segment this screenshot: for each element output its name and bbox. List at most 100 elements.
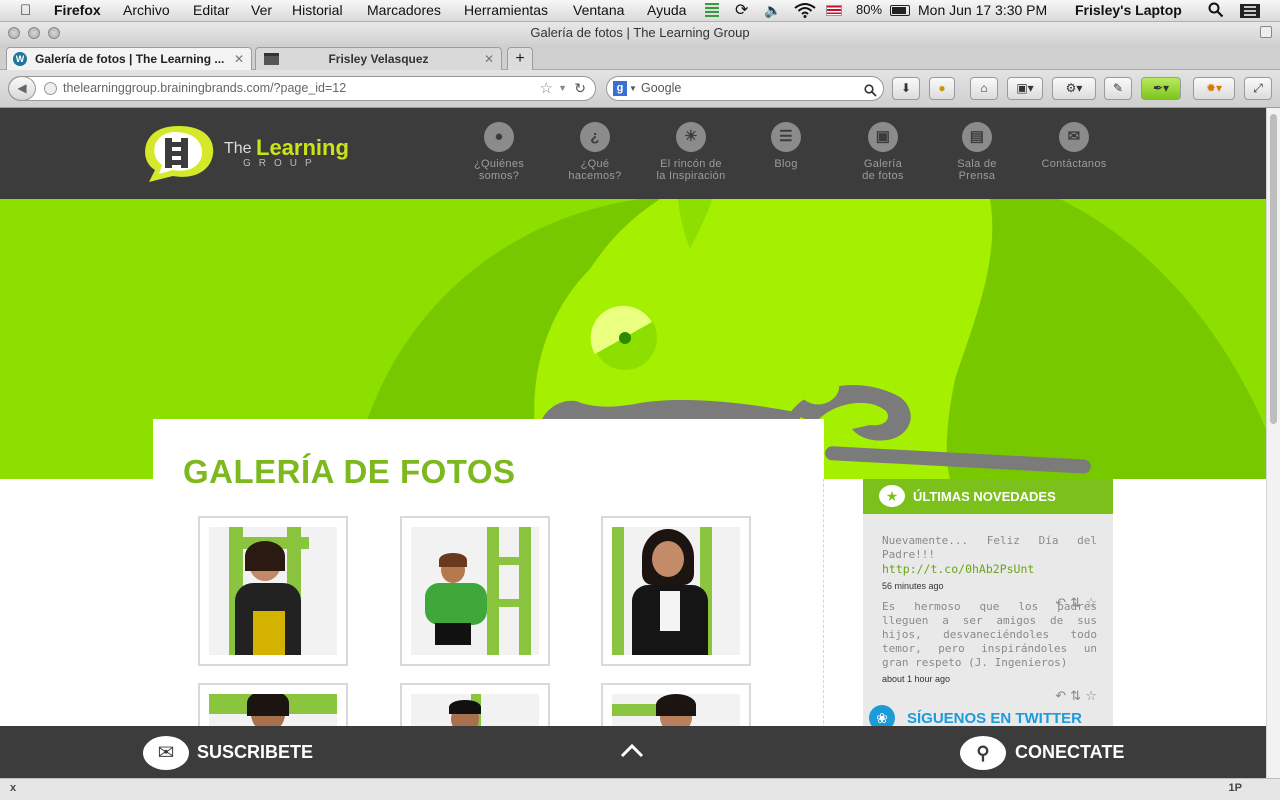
- sync-icon[interactable]: ⟳: [735, 0, 748, 20]
- home-icon[interactable]: ⌂: [970, 77, 998, 100]
- close-window-button[interactable]: [8, 27, 20, 39]
- downloads-icon[interactable]: ⬇: [892, 77, 920, 100]
- gear-icon[interactable]: ⚙▾: [1052, 77, 1096, 100]
- nav-label-line2: hacemos?: [568, 170, 622, 182]
- url-text[interactable]: thelearninggroup.brainingbrands.com/?pag…: [63, 77, 346, 100]
- close-tab-icon[interactable]: ✕: [234, 48, 244, 70]
- nav-galeria-fotos[interactable]: ▣ Galería de fotos: [835, 122, 931, 182]
- tools-icon[interactable]: ✎: [1104, 77, 1132, 100]
- press-icon: ▤: [962, 122, 992, 152]
- nav-label-line1: Galería: [863, 158, 903, 170]
- nav-label-line2: la Inspiración: [656, 170, 726, 182]
- os-menu-bar:  Firefox Archivo Editar Ver Historial M…: [0, 0, 1280, 22]
- question-icon: ¿: [580, 122, 610, 152]
- logo-group[interactable]: GROUP: [243, 158, 320, 169]
- connect-link[interactable]: CONECTATE: [1015, 742, 1124, 763]
- minimize-window-button[interactable]: [28, 27, 40, 39]
- nav-blog[interactable]: ☰ Blog: [738, 122, 834, 170]
- nav-quienes-somos[interactable]: ● ¿Quiénes somos?: [451, 122, 547, 182]
- user-name[interactable]: Frisley's Laptop: [1075, 2, 1182, 18]
- search-placeholder[interactable]: Google: [641, 77, 681, 100]
- menu-ver[interactable]: Ver: [251, 2, 272, 18]
- gallery-photo[interactable]: [601, 516, 751, 666]
- reload-icon[interactable]: ↻: [574, 77, 586, 100]
- spotlight-search-icon[interactable]: [1208, 2, 1224, 21]
- menu-historial[interactable]: Historial: [292, 2, 343, 18]
- tweet-time[interactable]: 56 minutes ago: [882, 579, 1097, 593]
- nav-label-line2: somos?: [478, 170, 520, 182]
- page-viewport: The Learning GROUP ● ¿Quiénes somos? ¿ ¿Qué…: [0, 108, 1266, 778]
- evernote-status-icon[interactable]: [705, 3, 719, 18]
- close-tab-icon[interactable]: ✕: [484, 48, 494, 70]
- nav-label-line2: de fotos: [862, 170, 904, 182]
- mail-icon: ✉: [1059, 122, 1089, 152]
- envelope-bubble-icon[interactable]: ✉: [143, 736, 189, 770]
- bookmark-star-icon[interactable]: ☆: [540, 77, 553, 100]
- tab-frisley[interactable]: Frisley Velasquez ✕: [255, 47, 502, 70]
- tab-galeria[interactable]: W Galería de fotos | The Learning ... ✕: [6, 47, 252, 70]
- battery-percent[interactable]: 80%: [856, 2, 882, 17]
- photo-woman-green-blouse: [411, 527, 539, 655]
- reply-icon[interactable]: ↶: [1055, 689, 1066, 704]
- url-bar[interactable]: ◀ thelearninggroup.brainingbrands.com/?p…: [8, 76, 596, 101]
- sidebar-news: ★ ÚLTIMAS NOVEDADES Nuevamente... Feliz …: [863, 479, 1113, 739]
- tweet-time[interactable]: about 1 hour ago: [882, 672, 1097, 686]
- gallery-photo[interactable]: [400, 516, 550, 666]
- fullscreen-icon[interactable]: [1260, 26, 1272, 38]
- logo-the[interactable]: The: [224, 140, 252, 158]
- subscribe-link[interactable]: SUSCRIBETE: [197, 742, 313, 763]
- page-scrollbar[interactable]: [1266, 108, 1280, 778]
- zoom-window-button[interactable]: [48, 27, 60, 39]
- addon-icon[interactable]: ✹▾: [1193, 77, 1235, 100]
- menu-marcadores[interactable]: Marcadores: [367, 2, 441, 18]
- menu-editar[interactable]: Editar: [193, 2, 230, 18]
- addon-status[interactable]: 1P: [1229, 782, 1242, 794]
- favorite-star-icon[interactable]: ☆: [1085, 689, 1097, 704]
- nav-sala-prensa[interactable]: ▤ Sala de Prensa: [929, 122, 1025, 182]
- nav-label-line2: Prensa: [958, 170, 996, 182]
- lightbulb-icon: ☀: [676, 122, 706, 152]
- resize-icon[interactable]: ⤢: [1244, 77, 1272, 100]
- tweet-link[interactable]: http://t.co/0hAb2PsUnt: [882, 562, 1034, 576]
- fixed-footer-bar: ✉ SUSCRIBETE ⚲ CONECTATE: [0, 726, 1266, 778]
- battery-icon[interactable]: [890, 5, 910, 16]
- photo-woman-green-frame: [209, 527, 337, 655]
- nav-label-line1: ¿Qué: [580, 158, 610, 170]
- screenshot-icon[interactable]: ▣▾: [1007, 77, 1043, 100]
- menu-herramientas[interactable]: Herramientas: [464, 2, 548, 18]
- nav-contactanos[interactable]: ✉ Contáctanos: [1026, 122, 1122, 170]
- apple-menu-icon[interactable]: : [20, 2, 31, 19]
- nav-que-hacemos[interactable]: ¿ ¿Qué hacemos?: [547, 122, 643, 182]
- nav-rincon-inspiracion[interactable]: ☀ El rincón de la Inspiración: [643, 122, 739, 182]
- extension-icon[interactable]: ●: [929, 77, 955, 100]
- scroll-up-chevron-icon[interactable]: [618, 738, 646, 765]
- wifi-icon[interactable]: [794, 2, 816, 21]
- menu-ayuda[interactable]: Ayuda: [647, 2, 686, 18]
- history-dropdown-icon[interactable]: ▼: [558, 77, 567, 100]
- gallery-photo[interactable]: [198, 516, 348, 666]
- back-button[interactable]: ◀: [8, 76, 36, 101]
- color-picker-icon[interactable]: ✒▾: [1141, 77, 1181, 100]
- twitter-follow-link[interactable]: SÍGUENOS EN TWITTER: [907, 710, 1082, 727]
- tab-label: Galería de fotos | The Learning ...: [35, 52, 225, 66]
- volume-icon[interactable]: 🔈: [764, 2, 781, 19]
- notification-center-icon[interactable]: [1240, 4, 1260, 21]
- site-logo-icon[interactable]: [143, 124, 215, 182]
- scrollbar-thumb[interactable]: [1270, 114, 1277, 424]
- engine-dropdown-icon[interactable]: ▼: [629, 77, 637, 100]
- us-flag-input-icon[interactable]: [826, 5, 842, 16]
- nav-label-line1: Blog: [774, 158, 798, 170]
- new-tab-button[interactable]: +: [507, 47, 533, 70]
- menu-archivo[interactable]: Archivo: [123, 2, 170, 18]
- menu-ventana[interactable]: Ventana: [573, 2, 624, 18]
- google-engine-icon[interactable]: g: [613, 81, 627, 96]
- nav-label-line1: ¿Quiénes: [473, 158, 525, 170]
- close-addon-bar-icon[interactable]: x: [10, 782, 16, 794]
- share-bubble-icon[interactable]: ⚲: [960, 736, 1006, 770]
- gallery-content: GALERÍA DE FOTOS: [153, 419, 824, 778]
- search-icon[interactable]: [864, 82, 877, 105]
- retweet-icon[interactable]: ⇅: [1070, 689, 1081, 704]
- clock[interactable]: Mon Jun 17 3:30 PM: [918, 2, 1047, 18]
- app-menu[interactable]: Firefox: [54, 2, 101, 18]
- search-bar[interactable]: g ▼ Google: [606, 76, 884, 101]
